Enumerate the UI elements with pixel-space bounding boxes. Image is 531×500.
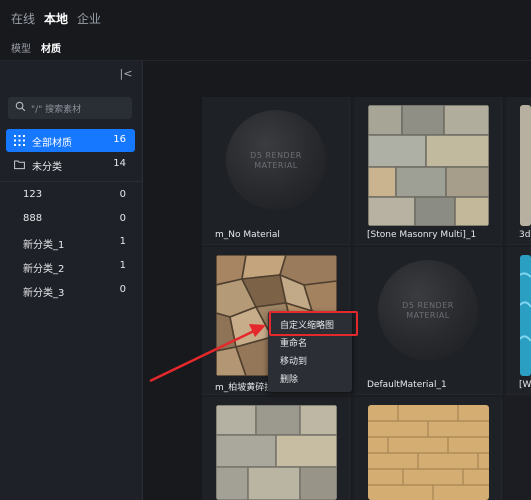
subcategory-item[interactable]: 新分类_3 0: [6, 280, 135, 300]
collapse-sidebar-icon[interactable]: |<: [119, 67, 133, 81]
subcategory-label: 123: [23, 189, 43, 200]
material-name: m_柏坡黄碎拼: [215, 383, 274, 393]
material-card[interactable]: [Stone Masonry Multi]_1: [354, 97, 502, 245]
category-label: 全部材质: [32, 138, 72, 149]
subcategory-item[interactable]: 新分类_1 1: [6, 232, 135, 252]
search-input[interactable]: "/" 搜索素材: [8, 97, 132, 119]
menu-item-move-to[interactable]: 移动到: [268, 351, 352, 369]
material-placeholder-sphere: D5 RENDER MATERIAL: [378, 260, 478, 360]
annotation-highlight-box: [269, 311, 358, 336]
material-thumbnail: [368, 105, 489, 226]
menu-item-label: 重命名: [280, 339, 308, 349]
folder-icon: [14, 160, 25, 170]
category-uncategorized[interactable]: 未分类 14: [6, 153, 135, 176]
subcategory-count: 0: [119, 189, 126, 200]
subcategory-label: 新分类_1: [23, 240, 65, 251]
material-card[interactable]: [202, 397, 350, 500]
material-name: 3d6: [519, 230, 531, 240]
top-nav: 在线 本地 企业: [0, 0, 531, 34]
placeholder-text: MATERIAL: [254, 161, 298, 170]
grid-icon: [14, 135, 25, 146]
tab-enterprise[interactable]: 企业: [77, 10, 101, 27]
material-name: m_No Material: [215, 230, 280, 240]
sub-nav: 模型 材质: [0, 34, 531, 60]
category-label: 未分类: [32, 162, 62, 173]
subcategory-count: 0: [119, 213, 126, 224]
subcategory-count: 0: [119, 284, 126, 295]
tab-materials[interactable]: 材质: [41, 40, 61, 55]
tab-models[interactable]: 模型: [11, 40, 31, 55]
subcategory-item[interactable]: 新分类_2 1: [6, 256, 135, 276]
material-card[interactable]: D5 RENDER MATERIAL DefaultMaterial_1: [354, 247, 502, 395]
material-grid: D5 RENDER MATERIAL m_No Material [Stone …: [202, 97, 531, 500]
material-card[interactable]: D5 RENDER MATERIAL m_No Material: [202, 97, 350, 245]
material-name: [Wa: [519, 380, 531, 390]
subcategory-item[interactable]: 123 0: [6, 185, 135, 205]
placeholder-text: D5 RENDER: [402, 301, 454, 310]
tab-local[interactable]: 本地: [44, 10, 68, 27]
sidebar-divider: [0, 181, 142, 182]
material-thumbnail: [520, 255, 531, 376]
placeholder-text: MATERIAL: [406, 311, 450, 320]
subcategory-item[interactable]: 888 0: [6, 209, 135, 229]
search-placeholder: "/" 搜索素材: [31, 105, 82, 115]
material-placeholder-sphere: D5 RENDER MATERIAL: [226, 110, 326, 210]
material-thumbnail: [216, 405, 337, 500]
material-thumbnail: [520, 105, 531, 226]
material-card[interactable]: [Wa: [506, 247, 531, 395]
menu-item-label: 删除: [280, 375, 299, 385]
material-name: DefaultMaterial_1: [367, 380, 447, 390]
sidebar: |< "/" 搜索素材 全部材质 16 未分类 14 123 0 888 0 新…: [0, 61, 143, 500]
menu-item-delete[interactable]: 删除: [268, 369, 352, 387]
material-name: [Stone Masonry Multi]_1: [367, 230, 477, 240]
placeholder-text: D5 RENDER: [250, 151, 302, 160]
subcategory-label: 888: [23, 213, 43, 224]
material-card[interactable]: [354, 397, 502, 500]
material-card[interactable]: 3d6: [506, 97, 531, 245]
subcategory-count: 1: [119, 236, 126, 247]
tab-online[interactable]: 在线: [11, 10, 35, 27]
category-count: 16: [113, 134, 126, 145]
menu-item-label: 移动到: [280, 357, 308, 367]
subcategory-label: 新分类_2: [23, 264, 65, 275]
material-thumbnail: [368, 405, 489, 500]
subcategory-label: 新分类_3: [23, 288, 65, 299]
search-icon: [15, 101, 26, 112]
category-count: 14: [113, 158, 126, 169]
subcategory-count: 1: [119, 260, 126, 271]
category-all-materials[interactable]: 全部材质 16: [6, 129, 135, 152]
